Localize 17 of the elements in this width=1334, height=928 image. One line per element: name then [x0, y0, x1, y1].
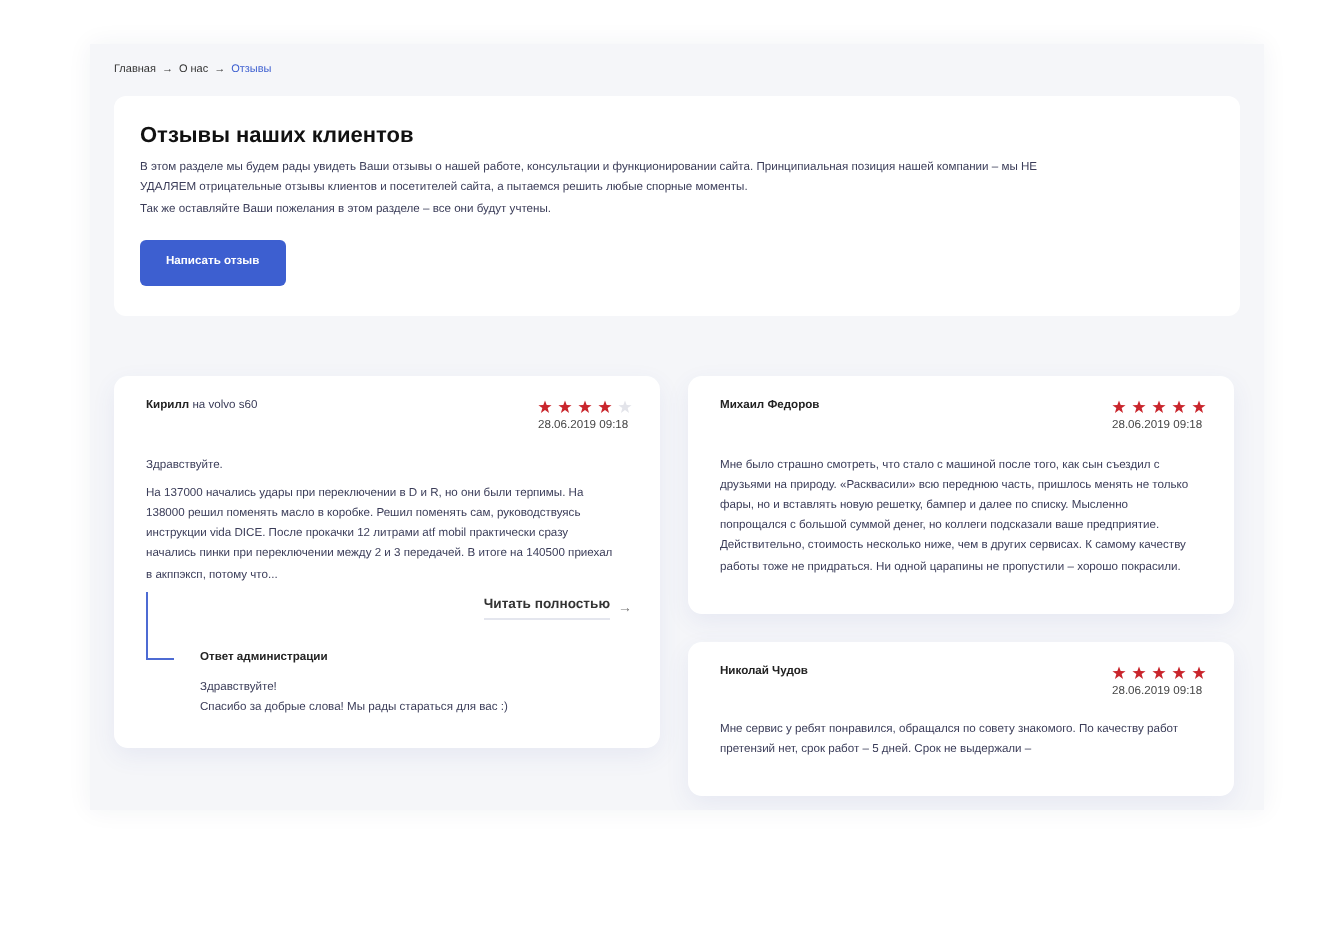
star-icon: [1112, 665, 1126, 680]
star-icon: [1132, 665, 1146, 680]
star-icon: [1192, 400, 1206, 415]
star-icon: [1112, 400, 1126, 415]
star-icon: [538, 400, 552, 415]
star-icon: [1132, 400, 1146, 415]
star-icon: [1172, 400, 1186, 415]
star-icon: [578, 400, 592, 415]
page-title: Отзывы наших клиентов: [140, 124, 416, 151]
star-icon: [558, 400, 572, 415]
star-icon: [1172, 665, 1186, 680]
star-icon: [598, 400, 612, 415]
star-icon: [1152, 400, 1166, 415]
star-icon: [618, 400, 632, 415]
star-icon: [1192, 665, 1206, 680]
reply-bracket-line: [146, 592, 174, 661]
star-icon: [1152, 665, 1166, 680]
